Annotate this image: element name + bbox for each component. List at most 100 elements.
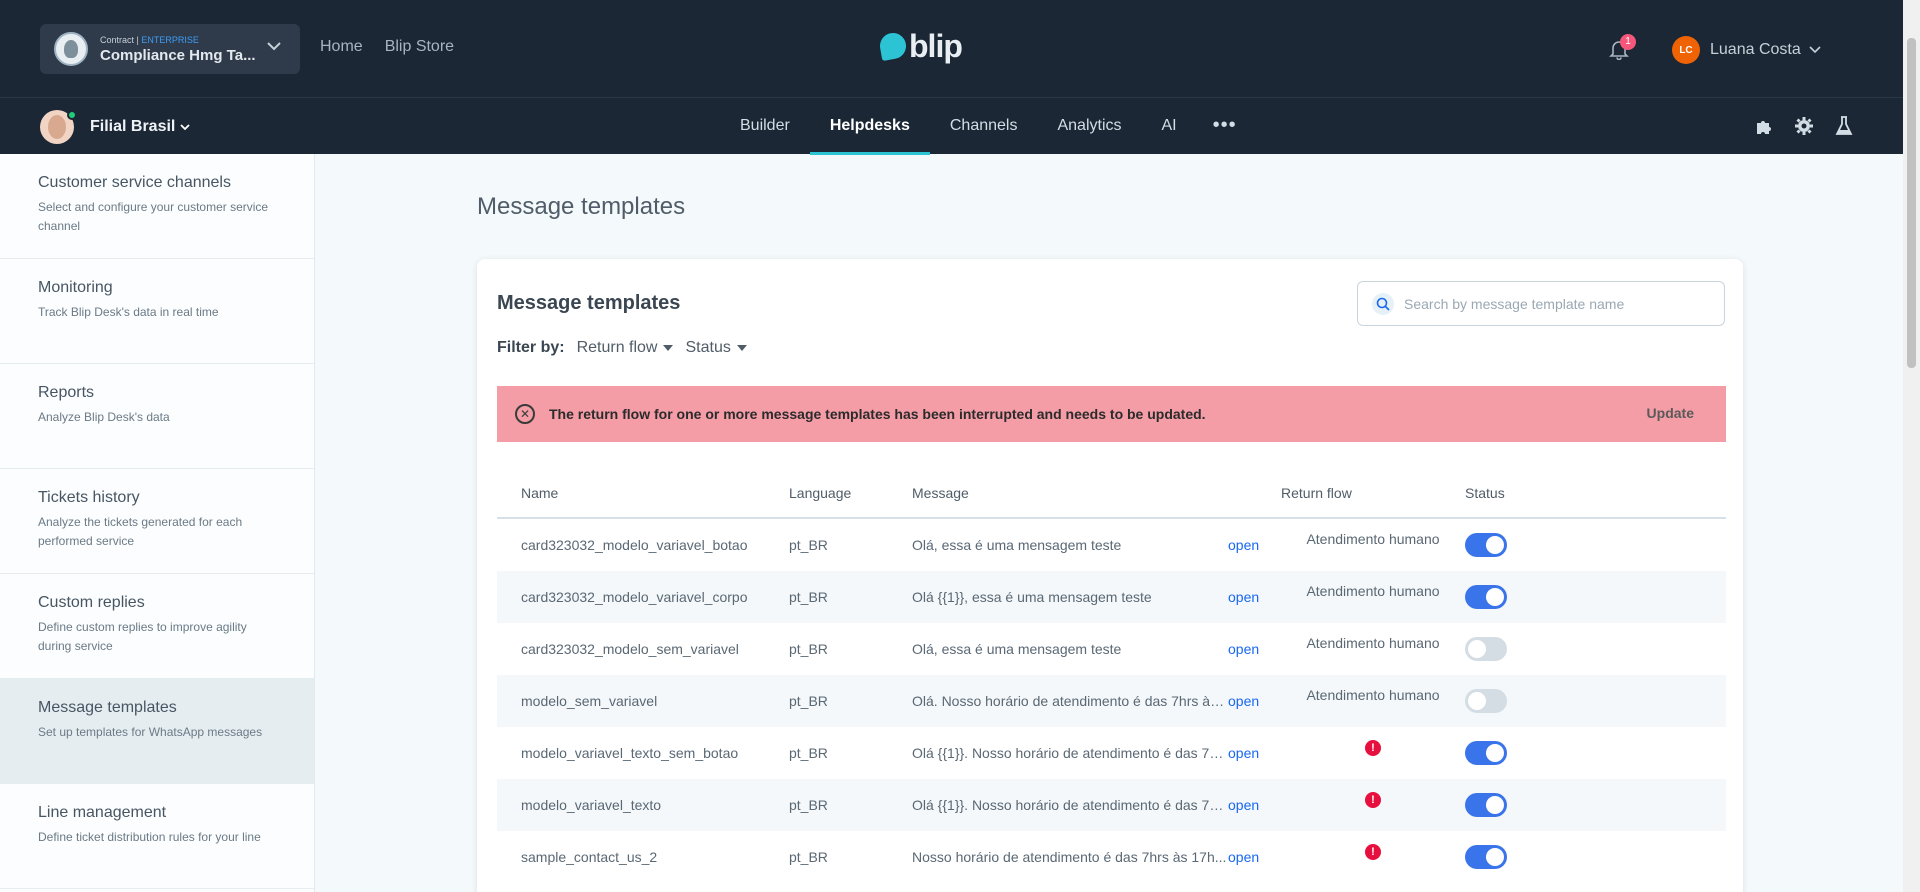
template-name: card323032_modelo_variavel_corpo bbox=[521, 589, 748, 605]
tab-analytics[interactable]: Analytics bbox=[1037, 98, 1141, 155]
filter-label: Filter by: bbox=[497, 339, 565, 356]
template-message: Olá, essa é uma mensagem teste bbox=[912, 641, 1122, 657]
open-link[interactable]: open bbox=[1228, 849, 1281, 865]
status-cell bbox=[1465, 741, 1615, 765]
table-row[interactable]: modelo_variavel_texto_sem_botao pt_BR Olá … bbox=[497, 727, 1726, 779]
flask-icon[interactable] bbox=[1833, 115, 1855, 137]
chevron-down-icon bbox=[1809, 43, 1821, 57]
sidebar-item-monitoring[interactable]: Monitoring Track Blip Desk's data in rea… bbox=[0, 259, 314, 364]
table-row[interactable]: card323032_modelo_sem_variavel pt_BR Olá, … bbox=[497, 623, 1726, 675]
page-title: Message templates bbox=[477, 193, 686, 220]
nav-blip-store-link[interactable]: Blip Store bbox=[385, 38, 454, 56]
scrollbar[interactable] bbox=[1903, 0, 1920, 892]
sidebar-item-title: Custom replies bbox=[38, 594, 145, 611]
status-cell bbox=[1465, 689, 1615, 713]
user-avatar: LC bbox=[1672, 36, 1700, 64]
error-icon: ! bbox=[1365, 844, 1381, 860]
template-name: modelo_sem_variavel bbox=[521, 693, 658, 709]
sidebar-item-line-management[interactable]: Line management Define ticket distributi… bbox=[0, 784, 314, 889]
open-link[interactable]: open bbox=[1228, 693, 1281, 709]
template-name: card323032_modelo_sem_variavel bbox=[521, 641, 739, 657]
sidebar-item-customer-service-channels[interactable]: Customer service channels Select and con… bbox=[0, 154, 314, 259]
open-link[interactable]: open bbox=[1228, 797, 1281, 813]
status-cell bbox=[1465, 845, 1615, 869]
filter-status-label: Status bbox=[685, 339, 731, 356]
return-flow-cell: Atendimento humano bbox=[1281, 531, 1465, 547]
table-row[interactable]: card323032_modelo_variavel_botao pt_BR Olá… bbox=[497, 519, 1726, 571]
column-header-status[interactable]: Status bbox=[1465, 485, 1615, 501]
status-cell bbox=[1465, 533, 1615, 557]
update-button[interactable]: Update bbox=[1647, 405, 1694, 421]
return-flow-value: Atendimento humano bbox=[1306, 687, 1440, 703]
status-toggle[interactable] bbox=[1465, 741, 1507, 765]
nav-home-link[interactable]: Home bbox=[320, 38, 363, 56]
scrollbar-thumb[interactable] bbox=[1907, 38, 1916, 368]
table-row[interactable]: sample_contact_us_2 pt_BR Nosso horário de… bbox=[497, 831, 1726, 883]
notification-badge: 1 bbox=[1620, 34, 1636, 50]
template-name: modelo_variavel_texto_sem_botao bbox=[521, 745, 739, 761]
more-tabs-button[interactable]: ••• bbox=[1197, 98, 1253, 155]
open-link[interactable]: open bbox=[1228, 641, 1281, 657]
sidebar: Customer service channels Select and con… bbox=[0, 154, 315, 892]
open-link[interactable]: open bbox=[1228, 537, 1281, 553]
template-name: modelo_variavel_texto bbox=[521, 797, 662, 813]
tab-builder[interactable]: Builder bbox=[720, 98, 810, 155]
status-toggle[interactable] bbox=[1465, 793, 1507, 817]
search-box[interactable] bbox=[1357, 281, 1725, 326]
filter-return-flow[interactable]: Return flow bbox=[577, 339, 674, 357]
sidebar-item-custom-replies[interactable]: Custom replies Define custom replies to … bbox=[0, 574, 314, 679]
column-header-language[interactable]: Language bbox=[789, 485, 912, 501]
return-flow-cell: Atendimento humano bbox=[1281, 583, 1465, 599]
column-header-return-flow[interactable]: Return flow bbox=[1281, 485, 1465, 501]
caret-down-icon bbox=[736, 345, 747, 351]
bot-selector[interactable]: Filial Brasil bbox=[90, 118, 190, 136]
status-cell bbox=[1465, 793, 1615, 817]
close-circle-icon: ✕ bbox=[515, 404, 535, 424]
sidebar-item-desc: Select and configure your customer servi… bbox=[38, 200, 269, 233]
tab-channels[interactable]: Channels bbox=[930, 98, 1038, 155]
sidebar-item-title: Tickets history bbox=[38, 489, 140, 506]
return-flow-cell: Atendimento humano bbox=[1281, 687, 1465, 703]
status-toggle[interactable] bbox=[1465, 533, 1507, 557]
status-cell bbox=[1465, 637, 1615, 661]
contract-avatar bbox=[54, 32, 88, 66]
contract-selector[interactable]: Contract | ENTERPRISE Compliance Hmg Ta.… bbox=[40, 24, 300, 74]
status-toggle[interactable] bbox=[1465, 637, 1507, 661]
search-input[interactable] bbox=[1404, 295, 1704, 312]
open-link[interactable]: open bbox=[1228, 589, 1281, 605]
contract-name: Compliance Hmg Ta... bbox=[100, 46, 256, 64]
user-menu[interactable]: LC Luana Costa bbox=[1672, 36, 1821, 64]
status-toggle[interactable] bbox=[1465, 585, 1507, 609]
puzzle-icon[interactable] bbox=[1753, 115, 1775, 137]
return-flow-cell: ! bbox=[1281, 790, 1465, 808]
table-row[interactable]: card323032_modelo_variavel_corpo pt_BR Olá… bbox=[497, 571, 1726, 623]
template-language: pt_BR bbox=[789, 849, 828, 865]
caret-down-icon bbox=[663, 345, 674, 351]
template-language: pt_BR bbox=[789, 589, 828, 605]
sidebar-item-tickets-history[interactable]: Tickets history Analyze the tickets gene… bbox=[0, 469, 314, 574]
chevron-down-icon bbox=[180, 124, 190, 131]
table-row[interactable]: modelo_variavel_texto pt_BR Olá {{1}}. Nos… bbox=[497, 779, 1726, 831]
tab-helpdesks[interactable]: Helpdesks bbox=[809, 98, 930, 155]
return-flow-value: Atendimento humano bbox=[1306, 583, 1440, 599]
return-flow-value: Atendimento humano bbox=[1306, 635, 1440, 651]
status-toggle[interactable] bbox=[1465, 845, 1507, 869]
blip-logo[interactable]: blip bbox=[877, 30, 963, 62]
filter-status[interactable]: Status bbox=[685, 339, 747, 357]
table-row[interactable]: modelo_sem_variavel pt_BR Olá. Nosso horár… bbox=[497, 675, 1726, 727]
return-flow-alert: ✕ The return flow for one or more messag… bbox=[497, 386, 1726, 442]
template-language: pt_BR bbox=[789, 693, 828, 709]
sidebar-item-desc: Analyze the tickets generated for each p… bbox=[38, 515, 243, 548]
gear-icon[interactable] bbox=[1793, 115, 1815, 137]
filter-bar: Filter by: Return flow Status bbox=[497, 339, 747, 357]
column-header-message[interactable]: Message bbox=[912, 485, 1281, 501]
status-toggle[interactable] bbox=[1465, 689, 1507, 713]
search-icon bbox=[1372, 292, 1394, 315]
sidebar-item-reports[interactable]: Reports Analyze Blip Desk's data bbox=[0, 364, 314, 469]
sidebar-item-message-templates[interactable]: Message templates Set up templates for W… bbox=[0, 679, 314, 784]
tab-ai[interactable]: AI bbox=[1142, 98, 1197, 155]
column-header-name[interactable]: Name bbox=[497, 485, 789, 501]
user-name: Luana Costa bbox=[1710, 41, 1801, 58]
open-link[interactable]: open bbox=[1228, 745, 1281, 761]
template-language: pt_BR bbox=[789, 537, 828, 553]
